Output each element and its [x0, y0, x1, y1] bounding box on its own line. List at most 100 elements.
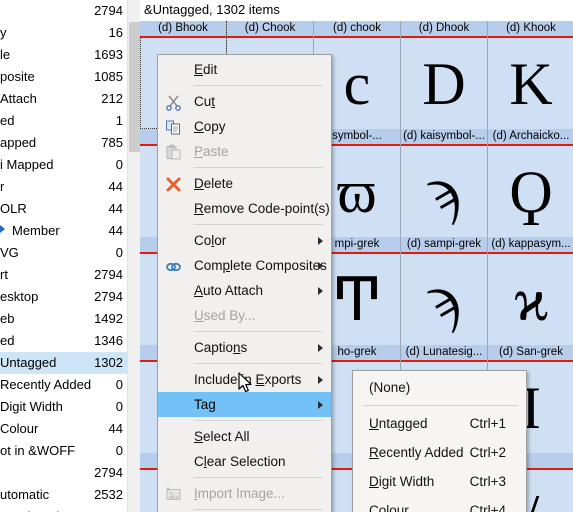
sidebar-row[interactable]: esktop 2794 [0, 286, 127, 308]
sidebar-row-count: 1302 [94, 355, 123, 370]
context-menu-item-label: Remove Code-point(s) [194, 201, 330, 216]
sidebar-row[interactable]: Colour 44 [0, 418, 127, 440]
context-menu-item-label: Delete [194, 176, 234, 191]
scrollbar-thumb[interactable] [129, 22, 140, 152]
expand-triangle-icon[interactable] [0, 225, 5, 233]
glyph-preview: ϡ [427, 158, 461, 225]
context-menu-item[interactable]: Edit [158, 57, 331, 82]
sidebar-row[interactable]: Member 44 [0, 220, 127, 242]
tag-submenu-item[interactable]: (None) [353, 373, 526, 402]
application-window: 2794 y 16 le 1693 posite 1085 Attach 212 ed 1 appe… [0, 0, 573, 512]
menu-item-icon-wrapper [165, 258, 182, 275]
context-menu-item[interactable]: Auto Attach [158, 278, 331, 303]
sidebar-row[interactable]: nassigned 0 [0, 506, 127, 512]
sidebar-row[interactable]: apped 785 [0, 132, 127, 154]
sidebar-row-count: 0 [115, 399, 123, 414]
sidebar-row-label: Attach [0, 91, 37, 106]
glyph-cell[interactable]: (d) kaisymbol-... ϡ [401, 129, 488, 237]
glyph-cell[interactable]: (d) Archaicko... Ϙ [488, 129, 573, 237]
sidebar-row[interactable]: Attach 212 [0, 88, 127, 110]
sidebar-row[interactable]: Digit Width 0 [0, 396, 127, 418]
context-menu-item[interactable]: Color [158, 228, 331, 253]
context-menu-item[interactable]: Captions [158, 335, 331, 360]
sidebar-row[interactable]: ot in &WOFF 0 [0, 440, 127, 462]
sidebar-row[interactable]: Recently Added 0 [0, 374, 127, 396]
tag-submenu-item[interactable]: Colour Ctrl+4 [353, 496, 526, 512]
glyph-cell[interactable]: (d) sampi-grek ϡ [401, 237, 488, 345]
context-menu-item-label: Tag [194, 397, 216, 412]
glyph-cell-header: (d) kaisymbol-... [401, 129, 487, 144]
context-menu-item[interactable]: Select All [158, 424, 331, 449]
glyph-context-menu[interactable]: Edit Cut Copy Paste Delete Remove Code-point(… [157, 54, 332, 512]
sidebar-row[interactable]: 2794 [0, 0, 127, 22]
sidebar-row-count: 2794 [94, 465, 123, 480]
glyph-cell[interactable]: (d) Khook K [488, 21, 573, 129]
sidebar-row[interactable]: r 44 [0, 176, 127, 198]
glyph-cell-header: (d) kappasym... [488, 237, 573, 252]
context-menu-items[interactable]: Edit Cut Copy Paste Delete Remove Code-point(… [158, 57, 331, 512]
tag-submenu-item[interactable]: Digit Width Ctrl+3 [353, 467, 526, 496]
context-menu-item[interactable]: Complete Composites [158, 253, 331, 278]
menu-separator [363, 405, 518, 406]
sidebar-row[interactable]: 2794 [0, 462, 127, 484]
image-icon [166, 487, 181, 500]
glyph-preview: Ϙ [509, 158, 553, 225]
scissors-icon [166, 95, 181, 111]
grid-title: &Untagged, 1302 items [144, 2, 280, 17]
sidebar-vertical-scrollbar[interactable] [127, 0, 140, 512]
sidebar-row[interactable]: ed 1346 [0, 330, 127, 352]
sidebar-row-count: 16 [108, 25, 123, 40]
glyph-cell-header: (d) San-grek [488, 345, 573, 360]
sidebar-row[interactable]: utomatic 2532 [0, 484, 127, 506]
menu-item-icon-wrapper [165, 94, 182, 111]
mouse-cursor-icon [238, 372, 253, 399]
sidebar-row-label: nassigned [0, 506, 59, 512]
context-menu-item[interactable]: Copy [158, 114, 331, 139]
context-menu-item: Paste [158, 139, 331, 164]
sidebar-row-count: 44 [108, 421, 123, 436]
sidebar-row[interactable]: posite 1085 [0, 66, 127, 88]
sidebar-row[interactable]: le 1693 [0, 44, 127, 66]
sidebar-row[interactable]: i Mapped 0 [0, 154, 127, 176]
glyph-preview: ϰ [514, 266, 548, 333]
context-menu-item[interactable]: Cut [158, 89, 331, 114]
glyph-cell[interactable]: (d) Dhook D [401, 21, 488, 129]
sidebar-row[interactable]: OLR 44 [0, 198, 127, 220]
context-menu-item[interactable]: Remove Code-point(s) [158, 196, 331, 221]
menu-item-icon-wrapper [165, 176, 182, 193]
glyph-cell-header: (d) Archaicko... [488, 129, 573, 144]
sidebar-row[interactable]: Untagged 1302 [0, 352, 127, 374]
sidebar-row[interactable]: rt 2794 [0, 264, 127, 286]
tag-submenu-item[interactable]: Recently Added Ctrl+2 [353, 438, 526, 467]
sidebar-row-label: utomatic [0, 487, 50, 502]
context-menu-item-label: Paste [194, 144, 229, 159]
tag-submenu-items[interactable]: (None) Untagged Ctrl+1 Recently Added Ctrl+2… [353, 373, 526, 512]
glyph-preview: K [509, 50, 553, 117]
menu-separator [194, 167, 323, 168]
sidebar-row[interactable]: ed 1 [0, 110, 127, 132]
sidebar-row[interactable]: eb 1492 [0, 308, 127, 330]
glyph-cell-header: (d) Khook [488, 21, 573, 36]
tag-submenu-item[interactable]: Untagged Ctrl+1 [353, 409, 526, 438]
sidebar-row[interactable]: VG 0 [0, 242, 127, 264]
tag-submenu[interactable]: (None) Untagged Ctrl+1 Recently Added Ctrl+2… [352, 370, 527, 512]
sidebar-row[interactable]: y 16 [0, 22, 127, 44]
context-menu-item[interactable]: Clear Selection [158, 449, 331, 474]
glyph-cell[interactable]: (d) kappasym... ϰ [488, 237, 573, 345]
tag-submenu-accelerator: Ctrl+1 [469, 416, 506, 431]
menu-item-icon-wrapper [165, 486, 182, 503]
sidebar-row-count: 2794 [94, 289, 123, 304]
sidebar-row-count: 0 [116, 506, 123, 512]
sidebar-row-count: 1492 [94, 311, 123, 326]
context-menu-item-label: Edit [194, 62, 218, 77]
context-menu-item-label: Copy [194, 119, 226, 134]
sidebar-row-label: VG [0, 245, 19, 260]
sidebar-row-label: posite [0, 69, 35, 84]
glyph-cell-header: (d) chook [314, 21, 400, 36]
tag-submenu-item-label: Untagged [369, 416, 428, 431]
context-menu-item[interactable]: Delete [158, 171, 331, 196]
tag-filter-sidebar[interactable]: 2794 y 16 le 1693 posite 1085 Attach 212 ed 1 appe… [0, 0, 127, 512]
glyph-preview: ϡ [427, 266, 461, 333]
sidebar-row-count: 0 [115, 377, 123, 392]
menu-separator [194, 477, 323, 478]
